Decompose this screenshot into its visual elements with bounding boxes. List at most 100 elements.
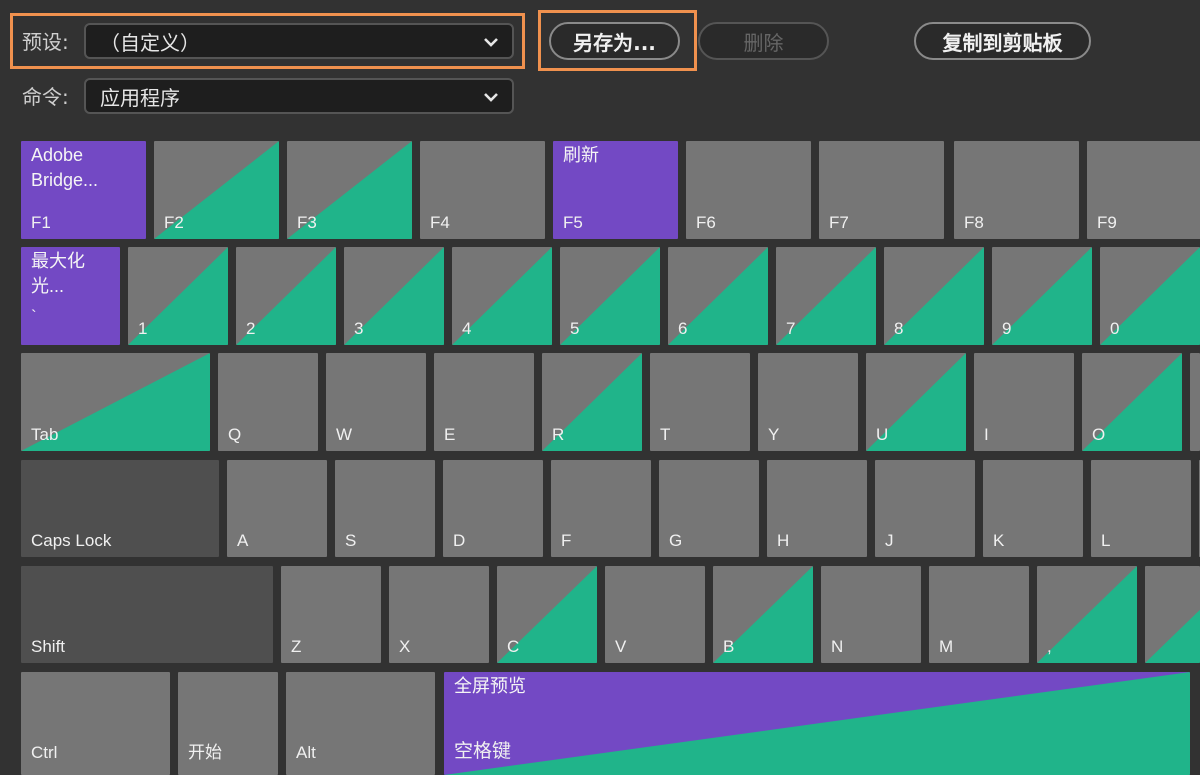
key-x[interactable]: X [389,566,489,663]
key-i-label: I [984,425,989,445]
key-d[interactable]: D [443,460,543,557]
key-tab[interactable]: Tab [21,353,210,451]
key-backtick[interactable]: 最大化光... ` [21,247,120,345]
key-f6-label: F6 [696,213,716,233]
key-f1-label: F1 [31,213,51,233]
key-start[interactable]: 开始 [178,672,278,775]
key-shift-label: Shift [31,637,65,657]
key-tab-label: Tab [31,425,58,445]
key-f6[interactable]: F6 [686,141,811,239]
key-o[interactable]: O [1082,353,1182,451]
key-f4[interactable]: F4 [420,141,545,239]
key-8[interactable]: 8 [884,247,984,345]
key-p-partial[interactable] [1190,353,1200,451]
key-f5[interactable]: 刷新 F5 [553,141,678,239]
chevron-down-icon [482,33,500,51]
key-e-label: E [444,425,455,445]
key-ctrl-label: Ctrl [31,743,57,763]
key-1-label: 1 [138,319,147,339]
key-3[interactable]: 3 [344,247,444,345]
key-r-label: R [552,425,564,445]
key-l[interactable]: L [1091,460,1191,557]
key-c[interactable]: C [497,566,597,663]
key-q-label: Q [228,425,241,445]
key-y[interactable]: Y [758,353,858,451]
key-f4-label: F4 [430,213,450,233]
key-m[interactable]: M [929,566,1029,663]
key-ctrl[interactable]: Ctrl [21,672,170,775]
key-u-label: U [876,425,888,445]
key-k[interactable]: K [983,460,1083,557]
key-period-partial[interactable] [1145,566,1200,663]
key-z[interactable]: Z [281,566,381,663]
key-comma[interactable]: , [1037,566,1137,663]
delete-button[interactable]: 删除 [698,22,829,60]
preset-value: （自定义） [100,27,200,56]
key-v[interactable]: V [605,566,705,663]
key-comma-shortcut-marker [1037,566,1137,663]
key-e[interactable]: E [434,353,534,451]
key-comma-label: , [1047,637,1052,657]
key-f9[interactable]: F9 [1087,141,1200,239]
key-u[interactable]: U [866,353,966,451]
key-9[interactable]: 9 [992,247,1092,345]
command-dropdown[interactable]: 应用程序 [84,78,514,114]
key-f1[interactable]: Adobe Bridge... F1 [21,141,146,239]
key-h-label: H [777,531,789,551]
key-w[interactable]: W [326,353,426,451]
key-n[interactable]: N [821,566,921,663]
key-h[interactable]: H [767,460,867,557]
preset-dropdown[interactable]: （自定义） [84,23,514,59]
key-1[interactable]: 1 [128,247,228,345]
key-f2[interactable]: F2 [154,141,279,239]
key-b-label: B [723,637,734,657]
key-f[interactable]: F [551,460,651,557]
key-j[interactable]: J [875,460,975,557]
key-2[interactable]: 2 [236,247,336,345]
key-c-label: C [507,637,519,657]
key-s-label: S [345,531,356,551]
key-space-label: 空格键 [454,736,511,763]
key-4[interactable]: 4 [452,247,552,345]
key-f3[interactable]: F3 [287,141,412,239]
key-f7[interactable]: F7 [819,141,944,239]
key-a-label: A [237,531,248,551]
key-j-label: J [885,531,894,551]
key-f8-label: F8 [964,213,984,233]
key-l-label: L [1101,531,1110,551]
key-backtick-label: ` [31,307,37,327]
key-q[interactable]: Q [218,353,318,451]
key-shift[interactable]: Shift [21,566,273,663]
key-b[interactable]: B [713,566,813,663]
key-caps-lock[interactable]: Caps Lock [21,460,219,557]
key-space-command: 全屏预览 [454,674,526,699]
key-o-label: O [1092,425,1105,445]
key-t[interactable]: T [650,353,750,451]
key-space[interactable]: 全屏预览 空格键 [444,672,1190,775]
key-i[interactable]: I [974,353,1074,451]
key-5[interactable]: 5 [560,247,660,345]
key-alt-label: Alt [296,743,316,763]
key-t-label: T [660,425,670,445]
command-value: 应用程序 [100,82,180,111]
key-r[interactable]: R [542,353,642,451]
key-f2-label: F2 [164,213,184,233]
key-s[interactable]: S [335,460,435,557]
save-as-button[interactable]: 另存为... [549,22,680,60]
key-f5-command: 刷新 [563,143,599,168]
key-f-label: F [561,531,571,551]
key-alt[interactable]: Alt [286,672,435,775]
key-f5-label: F5 [563,213,583,233]
key-g[interactable]: G [659,460,759,557]
key-f1-command: Adobe Bridge... [31,143,111,193]
key-d-label: D [453,531,465,551]
key-0[interactable]: 0 [1100,247,1200,345]
key-7[interactable]: 7 [776,247,876,345]
key-6[interactable]: 6 [668,247,768,345]
copy-to-clipboard-button[interactable]: 复制到剪贴板 [914,22,1091,60]
key-f8[interactable]: F8 [954,141,1079,239]
key-5-label: 5 [570,319,579,339]
key-8-label: 8 [894,319,903,339]
key-6-label: 6 [678,319,687,339]
key-a[interactable]: A [227,460,327,557]
